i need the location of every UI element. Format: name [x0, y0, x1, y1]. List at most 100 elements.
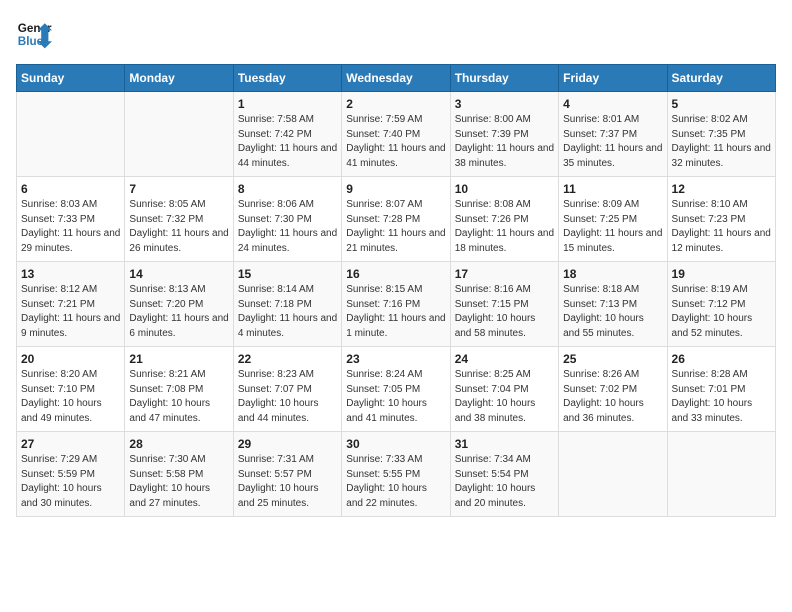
day-info: Sunrise: 8:19 AM Sunset: 7:12 PM Dayligh… [672, 283, 771, 341]
calendar-cell: 5 Sunrise: 8:02 AM Sunset: 7:35 PM Daylig… [667, 92, 775, 177]
day-number: 26 [672, 352, 771, 366]
day-number: 13 [21, 267, 120, 281]
calendar-cell: 31 Sunrise: 7:34 AM Sunset: 5:54 PM Dayli… [450, 432, 558, 517]
day-number: 12 [672, 182, 771, 196]
calendar-cell: 16 Sunrise: 8:15 AM Sunset: 7:16 PM Dayli… [342, 262, 450, 347]
calendar-cell: 23 Sunrise: 8:24 AM Sunset: 7:05 PM Dayli… [342, 347, 450, 432]
day-info: Sunrise: 7:29 AM Sunset: 5:59 PM Dayligh… [21, 453, 120, 511]
calendar-cell: 17 Sunrise: 8:16 AM Sunset: 7:15 PM Dayli… [450, 262, 558, 347]
day-number: 14 [129, 267, 228, 281]
calendar-cell: 10 Sunrise: 8:08 AM Sunset: 7:26 PM Dayli… [450, 177, 558, 262]
calendar-cell: 28Sunrise: 7:30 AM Sunset: 5:58 PM Dayli… [125, 432, 233, 517]
day-info: Sunrise: 8:16 AM Sunset: 7:15 PM Dayligh… [455, 283, 554, 341]
day-info: Sunrise: 8:24 AM Sunset: 7:05 PM Dayligh… [346, 368, 445, 426]
week-row-1: 1 Sunrise: 7:58 AM Sunset: 7:42 PM Daylig… [17, 92, 776, 177]
day-number: 16 [346, 267, 445, 281]
day-number: 10 [455, 182, 554, 196]
day-header-saturday: Saturday [667, 65, 775, 92]
calendar-cell [667, 432, 775, 517]
day-info: Sunrise: 7:31 AM Sunset: 5:57 PM Dayligh… [238, 453, 337, 511]
calendar-cell: 22 Sunrise: 8:23 AM Sunset: 7:07 PM Dayli… [233, 347, 341, 432]
day-number: 11 [563, 182, 662, 196]
day-number: 9 [346, 182, 445, 196]
calendar-cell: 25Sunrise: 8:26 AM Sunset: 7:02 PM Dayli… [559, 347, 667, 432]
calendar-cell: 18Sunrise: 8:18 AM Sunset: 7:13 PM Dayli… [559, 262, 667, 347]
week-row-2: 6 Sunrise: 8:03 AM Sunset: 7:33 PM Daylig… [17, 177, 776, 262]
day-number: 5 [672, 97, 771, 111]
week-row-4: 20Sunrise: 8:20 AM Sunset: 7:10 PM Dayli… [17, 347, 776, 432]
calendar-table: SundayMondayTuesdayWednesdayThursdayFrid… [16, 64, 776, 517]
day-number: 21 [129, 352, 228, 366]
day-number: 17 [455, 267, 554, 281]
day-number: 23 [346, 352, 445, 366]
calendar-cell: 27 Sunrise: 7:29 AM Sunset: 5:59 PM Dayli… [17, 432, 125, 517]
day-info: Sunrise: 7:34 AM Sunset: 5:54 PM Dayligh… [455, 453, 554, 511]
calendar-cell: 29 Sunrise: 7:31 AM Sunset: 5:57 PM Dayli… [233, 432, 341, 517]
calendar-cell: 13 Sunrise: 8:12 AM Sunset: 7:21 PM Dayli… [17, 262, 125, 347]
day-info: Sunrise: 7:33 AM Sunset: 5:55 PM Dayligh… [346, 453, 445, 511]
day-number: 27 [21, 437, 120, 451]
calendar-cell: 26Sunrise: 8:28 AM Sunset: 7:01 PM Dayli… [667, 347, 775, 432]
calendar-cell: 1 Sunrise: 7:58 AM Sunset: 7:42 PM Daylig… [233, 92, 341, 177]
day-info: Sunrise: 8:08 AM Sunset: 7:26 PM Dayligh… [455, 198, 554, 256]
day-number: 2 [346, 97, 445, 111]
calendar-cell: 6 Sunrise: 8:03 AM Sunset: 7:33 PM Daylig… [17, 177, 125, 262]
calendar-cell [559, 432, 667, 517]
day-info: Sunrise: 7:59 AM Sunset: 7:40 PM Dayligh… [346, 113, 445, 171]
day-number: 3 [455, 97, 554, 111]
calendar-cell: 24Sunrise: 8:25 AM Sunset: 7:04 PM Dayli… [450, 347, 558, 432]
calendar-cell: 30 Sunrise: 7:33 AM Sunset: 5:55 PM Dayli… [342, 432, 450, 517]
day-info: Sunrise: 8:03 AM Sunset: 7:33 PM Dayligh… [21, 198, 120, 256]
logo-icon: General Blue [16, 16, 52, 52]
calendar-cell: 19Sunrise: 8:19 AM Sunset: 7:12 PM Dayli… [667, 262, 775, 347]
day-info: Sunrise: 8:07 AM Sunset: 7:28 PM Dayligh… [346, 198, 445, 256]
day-header-tuesday: Tuesday [233, 65, 341, 92]
day-info: Sunrise: 8:02 AM Sunset: 7:35 PM Dayligh… [672, 113, 771, 171]
day-number: 22 [238, 352, 337, 366]
day-number: 15 [238, 267, 337, 281]
day-info: Sunrise: 8:25 AM Sunset: 7:04 PM Dayligh… [455, 368, 554, 426]
day-header-wednesday: Wednesday [342, 65, 450, 92]
calendar-cell: 3 Sunrise: 8:00 AM Sunset: 7:39 PM Daylig… [450, 92, 558, 177]
day-number: 1 [238, 97, 337, 111]
day-number: 20 [21, 352, 120, 366]
day-number: 29 [238, 437, 337, 451]
day-number: 30 [346, 437, 445, 451]
day-number: 28 [129, 437, 228, 451]
logo: General Blue [16, 16, 52, 52]
day-info: Sunrise: 8:06 AM Sunset: 7:30 PM Dayligh… [238, 198, 337, 256]
day-info: Sunrise: 8:15 AM Sunset: 7:16 PM Dayligh… [346, 283, 445, 341]
day-info: Sunrise: 8:01 AM Sunset: 7:37 PM Dayligh… [563, 113, 662, 171]
calendar-cell: 15 Sunrise: 8:14 AM Sunset: 7:18 PM Dayli… [233, 262, 341, 347]
calendar-cell: 8 Sunrise: 8:06 AM Sunset: 7:30 PM Daylig… [233, 177, 341, 262]
calendar-cell: 12 Sunrise: 8:10 AM Sunset: 7:23 PM Dayli… [667, 177, 775, 262]
calendar-body: 1 Sunrise: 7:58 AM Sunset: 7:42 PM Daylig… [17, 92, 776, 517]
calendar-cell: 4 Sunrise: 8:01 AM Sunset: 7:37 PM Daylig… [559, 92, 667, 177]
day-info: Sunrise: 8:12 AM Sunset: 7:21 PM Dayligh… [21, 283, 120, 341]
day-info: Sunrise: 7:58 AM Sunset: 7:42 PM Dayligh… [238, 113, 337, 171]
day-info: Sunrise: 8:05 AM Sunset: 7:32 PM Dayligh… [129, 198, 228, 256]
day-info: Sunrise: 8:00 AM Sunset: 7:39 PM Dayligh… [455, 113, 554, 171]
day-header-sunday: Sunday [17, 65, 125, 92]
day-number: 8 [238, 182, 337, 196]
day-header-monday: Monday [125, 65, 233, 92]
calendar-cell: 21Sunrise: 8:21 AM Sunset: 7:08 PM Dayli… [125, 347, 233, 432]
day-header-thursday: Thursday [450, 65, 558, 92]
day-info: Sunrise: 8:18 AM Sunset: 7:13 PM Dayligh… [563, 283, 662, 341]
day-number: 7 [129, 182, 228, 196]
page-header: General Blue [16, 16, 776, 52]
week-row-5: 27 Sunrise: 7:29 AM Sunset: 5:59 PM Dayli… [17, 432, 776, 517]
day-number: 6 [21, 182, 120, 196]
day-number: 31 [455, 437, 554, 451]
day-info: Sunrise: 8:13 AM Sunset: 7:20 PM Dayligh… [129, 283, 228, 341]
day-info: Sunrise: 8:26 AM Sunset: 7:02 PM Dayligh… [563, 368, 662, 426]
day-header-friday: Friday [559, 65, 667, 92]
day-info: Sunrise: 8:10 AM Sunset: 7:23 PM Dayligh… [672, 198, 771, 256]
calendar-header-row: SundayMondayTuesdayWednesdayThursdayFrid… [17, 65, 776, 92]
calendar-cell: 7 Sunrise: 8:05 AM Sunset: 7:32 PM Daylig… [125, 177, 233, 262]
calendar-cell [17, 92, 125, 177]
day-number: 4 [563, 97, 662, 111]
day-info: Sunrise: 8:23 AM Sunset: 7:07 PM Dayligh… [238, 368, 337, 426]
week-row-3: 13 Sunrise: 8:12 AM Sunset: 7:21 PM Dayli… [17, 262, 776, 347]
day-info: Sunrise: 8:14 AM Sunset: 7:18 PM Dayligh… [238, 283, 337, 341]
